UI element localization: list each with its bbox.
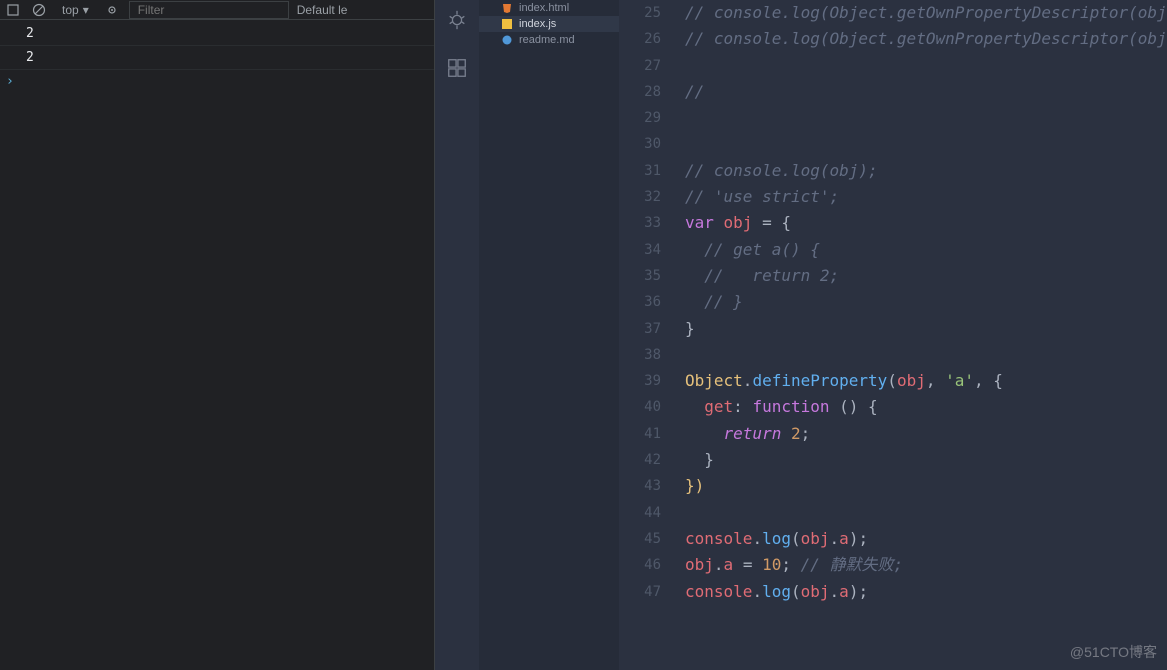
line-number: 28 (619, 79, 661, 105)
code-editor[interactable]: 2526272829303132333435363738394041424344… (619, 0, 1167, 670)
stop-icon[interactable] (4, 1, 22, 19)
line-number: 40 (619, 394, 661, 420)
file-explorer: index.html index.js readme.md (479, 0, 619, 670)
context-label: top (62, 3, 79, 17)
code-line[interactable] (685, 500, 1167, 526)
line-number: 25 (619, 0, 661, 26)
code-line[interactable]: console.log(obj.a); (685, 526, 1167, 552)
explorer-file[interactable]: index.html (479, 0, 619, 16)
html-file-icon (501, 2, 513, 14)
code-line[interactable]: } (685, 447, 1167, 473)
code-line[interactable] (685, 342, 1167, 368)
line-number: 46 (619, 552, 661, 578)
code-line[interactable]: // console.log(obj); (685, 158, 1167, 184)
activity-bar (435, 0, 479, 670)
devtools-toolbar: top ▾ Default le (0, 0, 434, 20)
extensions-icon[interactable] (443, 54, 471, 82)
line-number: 27 (619, 53, 661, 79)
line-number: 31 (619, 158, 661, 184)
code-line[interactable]: // } (685, 289, 1167, 315)
js-file-icon (501, 18, 513, 30)
line-number: 47 (619, 579, 661, 605)
code-line[interactable]: get: function () { (685, 394, 1167, 420)
console-entry[interactable]: 2 (0, 22, 434, 46)
line-number: 36 (619, 289, 661, 315)
line-number: 29 (619, 105, 661, 131)
code-line[interactable]: } (685, 316, 1167, 342)
file-name-label: readme.md (519, 34, 575, 46)
md-file-icon (501, 34, 513, 46)
line-number: 26 (619, 26, 661, 52)
levels-label: Default le (297, 3, 348, 17)
log-levels-dropdown[interactable]: Default le (297, 3, 348, 17)
code-line[interactable] (685, 131, 1167, 157)
file-name-label: index.html (519, 2, 569, 14)
clear-console-icon[interactable] (30, 1, 48, 19)
console-output: 2 2 › (0, 20, 434, 95)
code-line[interactable]: console.log(obj.a); (685, 579, 1167, 605)
line-number: 45 (619, 526, 661, 552)
line-number: 32 (619, 184, 661, 210)
line-number: 35 (619, 263, 661, 289)
console-entry[interactable]: 2 (0, 46, 434, 70)
code-line[interactable]: obj.a = 10; // 静默失败; (685, 552, 1167, 578)
filter-input[interactable] (129, 1, 289, 19)
line-number: 44 (619, 500, 661, 526)
code-content[interactable]: // console.log(Object.getOwnPropertyDesc… (685, 0, 1167, 605)
live-expression-icon[interactable] (103, 1, 121, 19)
console-prompt[interactable]: › (0, 70, 434, 93)
code-line[interactable]: var obj = { (685, 210, 1167, 236)
code-line[interactable] (685, 105, 1167, 131)
code-line[interactable]: // 'use strict'; (685, 184, 1167, 210)
code-line[interactable]: return 2; (685, 421, 1167, 447)
line-number: 42 (619, 447, 661, 473)
line-number: 43 (619, 473, 661, 499)
debug-icon[interactable] (443, 6, 471, 34)
watermark: @51CTO博客 (1070, 642, 1157, 662)
line-number: 37 (619, 316, 661, 342)
execution-context-dropdown[interactable]: top ▾ (56, 3, 95, 17)
explorer-file[interactable]: index.js (479, 16, 619, 32)
line-number: 41 (619, 421, 661, 447)
code-line[interactable]: // get a() { (685, 237, 1167, 263)
code-line[interactable]: Object.defineProperty(obj, 'a', { (685, 368, 1167, 394)
line-number: 34 (619, 237, 661, 263)
chevron-down-icon: ▾ (83, 3, 89, 17)
line-number: 30 (619, 131, 661, 157)
code-line[interactable]: // return 2; (685, 263, 1167, 289)
code-line[interactable]: // console.log(Object.getOwnPropertyDesc… (685, 0, 1167, 26)
devtools-panel: top ▾ Default le 2 2 › (0, 0, 435, 670)
line-number: 38 (619, 342, 661, 368)
line-gutter: 2526272829303132333435363738394041424344… (619, 0, 679, 605)
code-line[interactable] (685, 53, 1167, 79)
line-number: 33 (619, 210, 661, 236)
file-name-label: index.js (519, 18, 556, 30)
code-line[interactable]: // console.log(Object.getOwnPropertyDesc… (685, 26, 1167, 52)
line-number: 39 (619, 368, 661, 394)
explorer-file[interactable]: readme.md (479, 32, 619, 48)
code-line[interactable]: // (685, 79, 1167, 105)
code-line[interactable]: }) (685, 473, 1167, 499)
